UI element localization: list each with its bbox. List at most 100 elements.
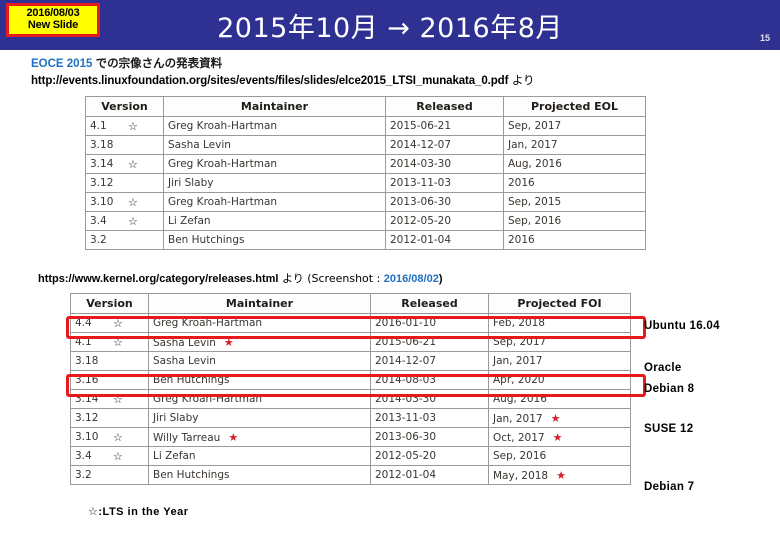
column-header-eol: Projected FOI bbox=[488, 293, 631, 314]
table-row: 4.4 ☆ Greg Kroah-Hartman 2016-01-10 Feb, 201… bbox=[70, 313, 631, 333]
cell-maintainer: Li Zefan bbox=[148, 446, 371, 466]
version-number: 3.12 bbox=[90, 177, 114, 189]
cell-released: 2013-11-03 bbox=[385, 173, 504, 193]
column-header-released: Released bbox=[385, 96, 504, 117]
table-row: 3.18 Sasha Levin 2014-12-07 Jan, 2017 bbox=[70, 351, 631, 371]
cell-maintainer: Sasha Levin bbox=[148, 351, 371, 371]
column-header-maintainer: Maintainer bbox=[163, 96, 386, 117]
column-header-version: Version bbox=[70, 293, 149, 314]
source-url-suffix: より bbox=[508, 73, 535, 87]
table-row: 3.2 Ben Hutchings 2012-01-04 May, 2018 ★ bbox=[70, 465, 631, 485]
cell-released: 2013-11-03 bbox=[370, 408, 489, 428]
kernel-org-url: https://www.kernel.org/category/releases… bbox=[38, 273, 279, 285]
kernel-releases-table-2016: Version Maintainer Released Projected FO… bbox=[70, 293, 631, 485]
source-url: http://events.linuxfoundation.org/sites/… bbox=[31, 75, 509, 87]
maintainer-name: Jiri Slaby bbox=[153, 412, 199, 424]
cell-released: 2014-03-30 bbox=[370, 389, 489, 409]
table-row: 3.10 ☆ Greg Kroah-Hartman 2013-06-30 Sep, 20… bbox=[85, 192, 646, 212]
cell-version: 3.16 bbox=[70, 370, 149, 390]
version-number: 3.18 bbox=[75, 355, 99, 367]
eol-value: Sep, 2015 bbox=[508, 196, 562, 208]
version-number: 3.14 bbox=[90, 158, 114, 170]
cell-released: 2015-06-21 bbox=[385, 116, 504, 136]
cell-version: 3.2 bbox=[70, 465, 149, 485]
cell-projected-eol: Feb, 2018 bbox=[488, 313, 631, 333]
new-slide-badge-label: New Slide bbox=[27, 19, 79, 31]
eol-value: Sep, 2017 bbox=[508, 120, 562, 132]
table-row: 4.1 ☆ Greg Kroah-Hartman 2015-06-21 Sep, 201… bbox=[85, 116, 646, 136]
cell-version: 3.10 ☆ bbox=[85, 192, 164, 212]
version-number: 3.18 bbox=[90, 139, 114, 151]
lts-star-icon: ☆ bbox=[113, 335, 123, 349]
eol-value: Sep, 2016 bbox=[508, 215, 562, 227]
cell-version: 3.2 bbox=[85, 230, 164, 250]
cell-maintainer: Greg Kroah-Hartman bbox=[148, 389, 371, 409]
cell-released: 2013-06-30 bbox=[370, 427, 489, 447]
cell-maintainer: Willy Tarreau ★ bbox=[148, 427, 371, 447]
cell-maintainer: Ben Hutchings bbox=[163, 230, 386, 250]
cell-version: 3.12 bbox=[70, 408, 149, 428]
cell-version: 4.4 ☆ bbox=[70, 313, 149, 333]
maintainer-name: Li Zefan bbox=[153, 450, 196, 462]
column-header-released: Released bbox=[370, 293, 489, 314]
lts-star-icon: ☆ bbox=[113, 430, 123, 444]
cell-version: 4.1 ☆ bbox=[70, 332, 149, 352]
cell-maintainer: Sasha Levin ★ bbox=[148, 332, 371, 352]
cell-projected-eol: Oct, 2017 ★ bbox=[488, 427, 631, 447]
maintainer-name: Li Zefan bbox=[168, 215, 211, 227]
changed-star-icon: ★ bbox=[223, 335, 234, 349]
cell-released: 2015-06-21 bbox=[370, 332, 489, 352]
cell-version: 3.14 ☆ bbox=[85, 154, 164, 174]
table-header-row: Version Maintainer Released Projected EO… bbox=[85, 96, 646, 117]
changed-star-icon: ★ bbox=[552, 430, 563, 444]
maintainer-name: Sasha Levin bbox=[153, 355, 216, 367]
version-number: 4.1 bbox=[90, 120, 107, 132]
maintainer-name: Greg Kroah-Hartman bbox=[153, 317, 263, 329]
version-number: 3.14 bbox=[75, 393, 99, 405]
lts-star-icon: ☆ bbox=[113, 316, 123, 330]
source-event-name: EOCE 2015 bbox=[31, 58, 93, 70]
cell-released: 2014-12-07 bbox=[385, 135, 504, 155]
eol-value: 2016 bbox=[508, 234, 535, 246]
eol-value: Sep, 2016 bbox=[493, 450, 547, 462]
version-number: 3.2 bbox=[75, 469, 92, 481]
eol-value: Jan, 2017 bbox=[493, 412, 543, 425]
cell-released: 2012-01-04 bbox=[370, 465, 489, 485]
cell-maintainer: Sasha Levin bbox=[163, 135, 386, 155]
source-event-line: EOCE 2015 での宗像さんの発表資料 bbox=[31, 57, 771, 72]
cell-projected-eol: Jan, 2017 bbox=[503, 135, 646, 155]
cell-released: 2016-01-10 bbox=[370, 313, 489, 333]
table2-body: 4.4 ☆ Greg Kroah-Hartman 2016-01-10 Feb, 201… bbox=[70, 313, 631, 485]
distro-annotation: Ubuntu 16.04 bbox=[644, 320, 720, 332]
cell-projected-eol: Sep, 2016 bbox=[488, 446, 631, 466]
legend-text: :LTS in the Year bbox=[98, 506, 189, 518]
maintainer-name: Ben Hutchings bbox=[153, 469, 230, 481]
lts-star-icon: ☆ bbox=[113, 392, 123, 406]
cell-version: 3.12 bbox=[85, 173, 164, 193]
eol-value: Jan, 2017 bbox=[508, 139, 558, 151]
cell-version: 4.1 ☆ bbox=[85, 116, 164, 136]
legend-lts: ☆:LTS in the Year bbox=[88, 505, 189, 518]
lts-star-icon: ☆ bbox=[128, 157, 138, 171]
column-header-maintainer: Maintainer bbox=[148, 293, 371, 314]
cell-released: 2014-12-07 bbox=[370, 351, 489, 371]
cell-maintainer: Greg Kroah-Hartman bbox=[163, 154, 386, 174]
column-header-eol: Projected EOL bbox=[503, 96, 646, 117]
cell-projected-eol: 2016 bbox=[503, 173, 646, 193]
eol-value: Feb, 2018 bbox=[493, 317, 545, 329]
maintainer-name: Greg Kroah-Hartman bbox=[168, 196, 278, 208]
new-slide-badge: 2016/08/03 New Slide bbox=[6, 3, 100, 37]
maintainer-name: Ben Hutchings bbox=[153, 374, 230, 386]
page-title: 2015年10月 → 2016年8月 bbox=[217, 12, 563, 44]
table-header-row: Version Maintainer Released Projected FO… bbox=[70, 293, 631, 314]
table-row: 3.4 ☆ Li Zefan 2012-05-20 Sep, 2016 bbox=[85, 211, 646, 231]
version-number: 3.4 bbox=[75, 450, 92, 462]
version-number: 3.16 bbox=[75, 374, 99, 386]
cell-released: 2013-06-30 bbox=[385, 192, 504, 212]
lts-star-icon: ☆ bbox=[128, 195, 138, 209]
version-number: 3.2 bbox=[90, 234, 107, 246]
cell-projected-eol: Sep, 2017 bbox=[503, 116, 646, 136]
changed-star-icon: ★ bbox=[228, 430, 239, 444]
kernel-releases-table-2015: Version Maintainer Released Projected EO… bbox=[85, 96, 646, 250]
cell-released: 2012-01-04 bbox=[385, 230, 504, 250]
